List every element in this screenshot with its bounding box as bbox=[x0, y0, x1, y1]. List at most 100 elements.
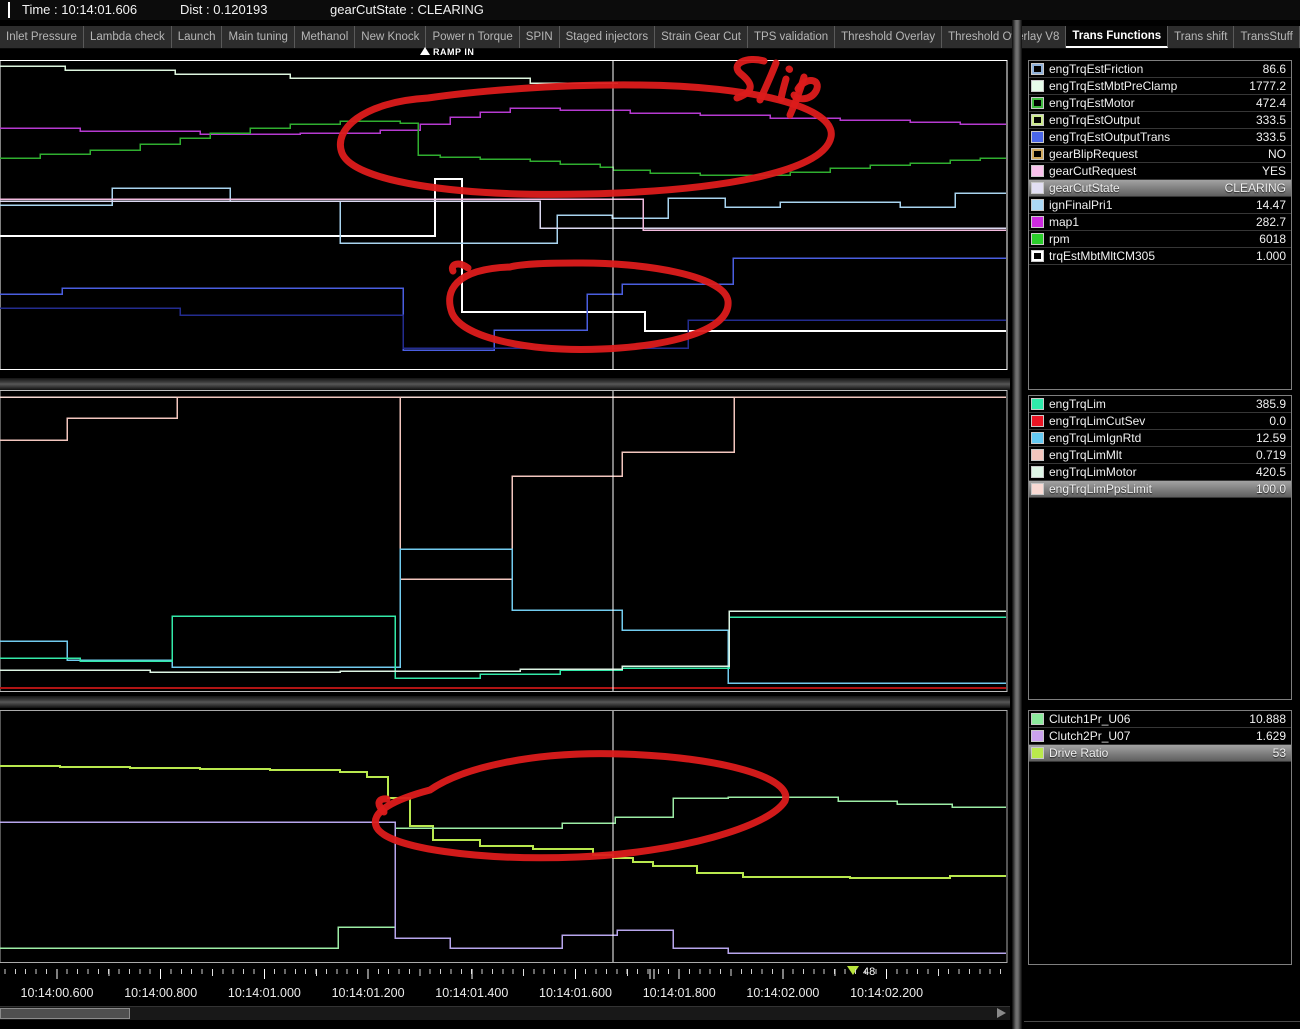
tab-threshold-overlay-v8[interactable]: Threshold Overlay V8 bbox=[942, 26, 1066, 48]
channel-value: 10.888 bbox=[1249, 711, 1291, 727]
legend-row-trqestmbtmltcm305[interactable]: trqEstMbtMltCM3051.000 bbox=[1029, 248, 1291, 265]
channel-name: engTrqEstOutputTrans bbox=[1049, 129, 1256, 145]
cursor-tick-icon bbox=[8, 2, 10, 18]
trace-rpm bbox=[0, 121, 1006, 175]
channel-name: engTrqLimCutSev bbox=[1049, 413, 1269, 429]
legend-row-gearcutrequest[interactable]: gearCutRequestYES bbox=[1029, 163, 1291, 180]
scroll-right-arrow-icon[interactable] bbox=[997, 1008, 1006, 1018]
color-swatch-icon bbox=[1031, 80, 1044, 92]
tab-threshold-overlay[interactable]: Threshold Overlay bbox=[835, 26, 942, 48]
time-axis-label: 10:14:00.600 bbox=[21, 986, 94, 1000]
legend-row-clutch2pr_u07[interactable]: Clutch2Pr_U071.629 bbox=[1029, 728, 1291, 745]
color-swatch-icon bbox=[1031, 483, 1044, 495]
legend-row-rpm[interactable]: rpm6018 bbox=[1029, 231, 1291, 248]
tab-methanol[interactable]: Methanol bbox=[295, 26, 355, 48]
color-swatch-icon bbox=[1031, 165, 1044, 177]
channel-name: Drive Ratio bbox=[1049, 745, 1273, 761]
tab-new-knock[interactable]: New Knock bbox=[355, 26, 426, 48]
legend-panel-3: Clutch1Pr_U0610.888Clutch2Pr_U071.629Dri… bbox=[1028, 710, 1292, 965]
legend-row-clutch1pr_u06[interactable]: Clutch1Pr_U0610.888 bbox=[1029, 711, 1291, 728]
splitter-horizontal[interactable] bbox=[0, 696, 1010, 708]
trace-engTrqLimIgnRtd bbox=[0, 549, 1006, 683]
channel-value: 53 bbox=[1273, 745, 1291, 761]
worksheet-tab-bar: Inlet PressureLambda checkLaunchMain tun… bbox=[0, 26, 1300, 49]
channel-value: YES bbox=[1262, 163, 1291, 179]
legend-row-engtrqestfriction[interactable]: engTrqEstFriction86.6 bbox=[1029, 61, 1291, 78]
trace-engTrqEstOutputTrans bbox=[0, 258, 1006, 350]
legend-row-ignfinalpri1[interactable]: ignFinalPri114.47 bbox=[1029, 197, 1291, 214]
legend-row-drive-ratio[interactable]: Drive Ratio53 bbox=[1029, 745, 1291, 762]
color-swatch-icon bbox=[1031, 148, 1044, 160]
channel-value: CLEARING bbox=[1225, 180, 1291, 196]
splitter-horizontal[interactable] bbox=[0, 378, 1010, 390]
time-axis-label: 10:14:01.800 bbox=[643, 986, 716, 1000]
horizontal-scrollbar[interactable] bbox=[0, 1006, 1010, 1020]
chart-frame bbox=[0, 711, 1007, 963]
tab-trans-functions[interactable]: Trans Functions bbox=[1066, 26, 1168, 48]
up-triangle-icon bbox=[420, 47, 430, 55]
channel-value: 333.5 bbox=[1256, 129, 1291, 145]
tab-launch[interactable]: Launch bbox=[172, 26, 223, 48]
ramp-in-marker: RAMP IN bbox=[420, 47, 474, 57]
legend-row-engtrqestmotor[interactable]: engTrqEstMotor472.4 bbox=[1029, 95, 1291, 112]
legend-row-engtrqlimmlt[interactable]: engTrqLimMlt0.719 bbox=[1029, 447, 1291, 464]
legend-row-gearcutstate[interactable]: gearCutStateCLEARING bbox=[1029, 180, 1291, 197]
color-swatch-icon bbox=[1031, 415, 1044, 427]
legend-row-gearbliprequest[interactable]: gearBlipRequestNO bbox=[1029, 146, 1291, 163]
channel-value: 6018 bbox=[1259, 231, 1291, 247]
time-axis-label: 10:14:01.000 bbox=[228, 986, 301, 1000]
channel-value: 0.0 bbox=[1269, 413, 1291, 429]
legend-panel-1: engTrqEstFriction86.6engTrqEstMbtPreClam… bbox=[1028, 60, 1292, 390]
legend-row-engtrqestmbtpreclamp[interactable]: engTrqEstMbtPreClamp1777.2 bbox=[1029, 78, 1291, 95]
channel-value: 472.4 bbox=[1256, 95, 1291, 111]
tab-tps-validation[interactable]: TPS validation bbox=[748, 26, 835, 48]
tab-main-tuning[interactable]: Main tuning bbox=[222, 26, 294, 48]
legend-row-engtrqlimcutsev[interactable]: engTrqLimCutSev0.0 bbox=[1029, 413, 1291, 430]
chart-torque-limits[interactable] bbox=[0, 390, 1010, 692]
tab-transstuff[interactable]: TransStuff bbox=[1234, 26, 1299, 48]
scrollbar-thumb[interactable] bbox=[0, 1008, 130, 1019]
legend-row-engtrqestoutputtrans[interactable]: engTrqEstOutputTrans333.5 bbox=[1029, 129, 1291, 146]
channel-name: gearCutState bbox=[1049, 180, 1225, 196]
chart-engine-torque[interactable] bbox=[0, 60, 1010, 370]
legend-row-engtrqlimignrtd[interactable]: engTrqLimIgnRtd12.59 bbox=[1029, 430, 1291, 447]
status-gearcutstate: gearCutState : CLEARING bbox=[330, 0, 484, 20]
channel-value: 420.5 bbox=[1256, 464, 1291, 480]
legend-row-map1[interactable]: map1282.7 bbox=[1029, 214, 1291, 231]
color-swatch-icon bbox=[1031, 250, 1044, 262]
channel-name: rpm bbox=[1049, 231, 1259, 247]
channel-value: 14.47 bbox=[1256, 197, 1291, 213]
color-swatch-icon bbox=[1031, 449, 1044, 461]
trace-gearCutState bbox=[0, 201, 1006, 228]
color-swatch-icon bbox=[1031, 713, 1044, 725]
channel-value: 86.6 bbox=[1263, 61, 1291, 77]
channel-name: gearCutRequest bbox=[1049, 163, 1262, 179]
channel-value: 1.000 bbox=[1256, 248, 1291, 264]
tab-inlet-pressure[interactable]: Inlet Pressure bbox=[0, 26, 84, 48]
splitter-vertical[interactable] bbox=[1012, 20, 1022, 1029]
legend-row-engtrqlimppslimit[interactable]: engTrqLimPpsLimit100.0 bbox=[1029, 481, 1291, 498]
tab-staged-injectors[interactable]: Staged injectors bbox=[560, 26, 655, 48]
tab-spin[interactable]: SPIN bbox=[520, 26, 560, 48]
tab-trans-shift[interactable]: Trans shift bbox=[1168, 26, 1234, 48]
channel-value: NO bbox=[1268, 146, 1291, 162]
tab-power-n-torque[interactable]: Power n Torque bbox=[426, 26, 519, 48]
time-axis[interactable]: 10:14:00.60010:14:00.80010:14:01.00010:1… bbox=[0, 969, 1010, 1005]
color-swatch-icon bbox=[1031, 398, 1044, 410]
legend-row-engtrqlim[interactable]: engTrqLim385.9 bbox=[1029, 396, 1291, 413]
legend-row-engtrqlimmotor[interactable]: engTrqLimMotor420.5 bbox=[1029, 464, 1291, 481]
status-bar: Time : 10:14:01.606 Dist : 0.120193 gear… bbox=[0, 0, 1300, 20]
trace-engTrqLimMotor bbox=[0, 611, 1006, 672]
channel-value: 1.629 bbox=[1256, 728, 1291, 744]
logging-app-window: Time : 10:14:01.606 Dist : 0.120193 gear… bbox=[0, 0, 1300, 1029]
chart-clutch[interactable] bbox=[0, 710, 1010, 963]
trace-Clutch2Pr_U07 bbox=[0, 822, 1006, 953]
channel-name: engTrqLimPpsLimit bbox=[1049, 481, 1256, 497]
channel-name: Clutch1Pr_U06 bbox=[1049, 711, 1249, 727]
tab-strain-gear-cut[interactable]: Strain Gear Cut bbox=[655, 26, 748, 48]
channel-value: 12.59 bbox=[1256, 430, 1291, 446]
color-swatch-icon bbox=[1031, 199, 1044, 211]
color-swatch-icon bbox=[1031, 131, 1044, 143]
tab-lambda-check[interactable]: Lambda check bbox=[84, 26, 172, 48]
legend-row-engtrqestoutput[interactable]: engTrqEstOutput333.5 bbox=[1029, 112, 1291, 129]
